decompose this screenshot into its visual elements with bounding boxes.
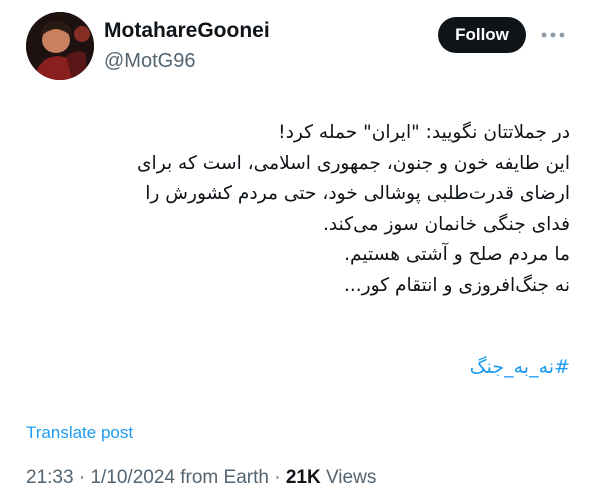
hashtag-link[interactable]: #نه_به_جنگ [40,352,570,382]
views-count[interactable]: 21K [286,467,321,488]
tweet-meta: 21:33 · 1/10/2024 from Earth · 21K Views [26,466,376,490]
author-names: MotahareGoonei @MotG96 [104,18,270,74]
tweet-header: MotahareGoonei @MotG96 Follow [26,12,576,82]
translate-post-link[interactable]: Translate post [26,422,133,444]
author-handle[interactable]: @MotG96 [104,48,270,74]
tweet-line: فدای جنگی خانمان سوز می‌کند. [322,213,570,235]
meta-separator: · [73,467,91,488]
views-label: Views [320,467,377,488]
tweet-time[interactable]: 21:33 [26,467,74,488]
tweet-line: ارضای قدرت‌طلبی پوشالی خود، حتی مردم کشو… [145,183,570,204]
more-dots-icon [541,32,565,38]
follow-button[interactable]: Follow [438,17,526,53]
avatar-photo-icon [26,12,94,80]
tweet-line: این طایفه خون و جنون، جمهوری اسلامی، است… [136,152,570,174]
tweet-line: نه جنگ‌افروزی و انتقام کور... [343,274,570,296]
tweet-line: در جملاتتان نگویید: "ایران" حمله کرد! [278,122,570,143]
tweet-source: from Earth [174,467,269,488]
tweet-text: در جملاتتان نگویید: "ایران" حمله کرد! ای… [40,118,570,301]
tweet-date[interactable]: 1/10/2024 [90,467,175,488]
meta-separator: · [268,467,286,488]
avatar[interactable] [26,12,94,80]
author-display-name[interactable]: MotahareGoonei [104,18,270,44]
tweet-line: ما مردم صلح و آشتی هستیم. [344,244,570,265]
more-options-button[interactable] [538,20,568,50]
